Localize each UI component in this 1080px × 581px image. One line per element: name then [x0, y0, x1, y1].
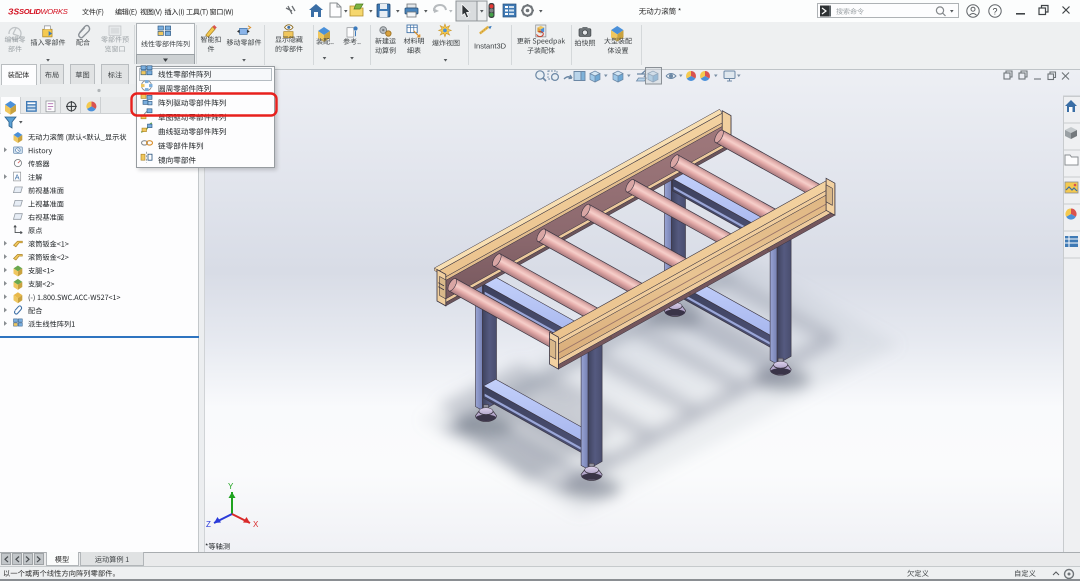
svg-text:?: ? [993, 7, 998, 17]
svg-text:Instant3D: Instant3D [474, 42, 507, 51]
svg-text:Y: Y [228, 482, 234, 491]
svg-text:ЗS: ЗS [8, 7, 19, 17]
svg-text:Z: Z [206, 520, 211, 529]
svg-text:X: X [253, 520, 259, 529]
svg-text:SOLIDWORKS: SOLIDWORKS [19, 7, 68, 16]
svg-text:A: A [15, 172, 20, 181]
